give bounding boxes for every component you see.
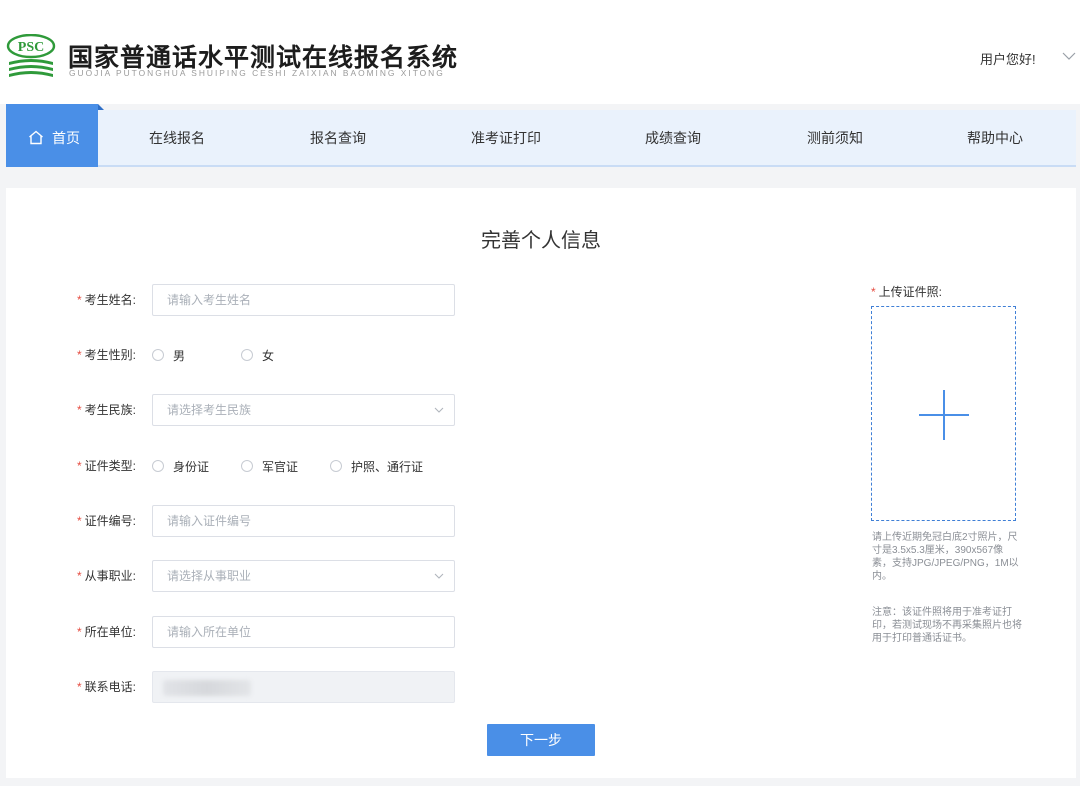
blurred-phone-value [163,680,251,696]
phone-label: * 联系电话: [76,680,136,694]
phone-input [152,671,455,703]
occupation-label: * 从事职业: [76,569,136,583]
ethnicity-label: * 考生民族: [76,403,136,417]
chevron-down-icon [434,407,444,413]
name-label: * 考生姓名: [76,293,136,307]
upload-note: 注意：该证件照将用于准考证打印，若测试现场不再采集照片也将用于打印普通话证书。 [872,607,1022,644]
occupation-placeholder: 请选择从事职业 [167,569,252,583]
chevron-down-icon [434,573,444,579]
nav-item-test-notice[interactable]: 测前须知 [807,128,863,148]
nav-item-score-query[interactable]: 成绩查询 [645,128,701,148]
chevron-down-icon[interactable] [1062,51,1076,61]
gender-label: * 考生性别: [76,348,136,362]
id-type-label: * 证件类型: [76,459,136,473]
nav-item-home[interactable]: 首页 [6,104,98,167]
form-row-phone: * 联系电话: [6,671,466,703]
upload-label: * 上传证件照: [871,285,943,299]
nav-item-admission-ticket[interactable]: 准考证打印 [471,128,541,148]
home-icon [29,130,43,145]
form-row-gender: * 考生性别: 男 女 [76,348,275,363]
psc-logo-icon: PSC [6,34,56,77]
radio-circle[interactable] [330,460,342,472]
occupation-select[interactable]: 请选择从事职业 [152,560,455,592]
radio-circle[interactable] [241,349,253,361]
radio-circle[interactable] [152,460,164,472]
page-header: PSC 国家普通话水平测试在线报名系统 GUOJIA PUTONGHUA SHU… [0,0,1080,104]
photo-upload-area[interactable] [871,306,1016,521]
id-number-label: * 证件编号: [76,514,136,528]
nav-item-registration-query[interactable]: 报名查询 [310,128,366,148]
ethnicity-select[interactable]: 请选择考生民族 [152,394,455,426]
nav-home-label: 首页 [52,130,80,146]
form-row-id-type: * 证件类型: 身份证 军官证 护照、通行证 [76,459,424,474]
form-row-occupation: * 从事职业: 请选择从事职业 [6,560,466,592]
main-nav: 首页 在线报名 报名查询 准考证打印 成绩查询 测前须知 帮助中心 [6,104,1076,167]
form-row-id-number: * 证件编号: 请输入证件编号 [6,505,466,537]
name-input[interactable]: 请输入考生姓名 [152,284,455,316]
radio-circle[interactable] [241,460,253,472]
site-subtitle: GUOJIA PUTONGHUA SHUIPING CESHI ZAIXIAN … [69,68,445,78]
nav-item-online-registration[interactable]: 在线报名 [149,128,205,148]
plus-icon [919,390,969,440]
nav-item-help-center[interactable]: 帮助中心 [967,128,1023,148]
id-number-input[interactable]: 请输入证件编号 [152,505,455,537]
page-title: 完善个人信息 [481,230,601,252]
upload-hint: 请上传近期免冠白底2寸照片，尺寸是3.5x5.3厘米，390x567像素，支持J… [872,532,1019,582]
form-row-ethnicity: * 考生民族: 请选择考生民族 [6,394,466,426]
next-step-button[interactable]: 下一步 [487,724,595,756]
form-row-employer: * 所在单位: 请输入所在单位 [6,616,466,648]
logo-text: PSC [18,40,44,55]
user-greeting[interactable]: 用户您好! [980,49,1036,68]
employer-input[interactable]: 请输入所在单位 [152,616,455,648]
radio-circle[interactable] [152,349,164,361]
form-row-name: * 考生姓名: 请输入考生姓名 [6,284,466,316]
ethnicity-placeholder: 请选择考生民族 [167,403,252,417]
main-card: 完善个人信息 * 考生姓名: 请输入考生姓名 * 考生性别: 男 女 * 考生民族: … [6,188,1076,778]
nav-fold-decoration [98,104,104,110]
employer-label: * 所在单位: [76,625,136,639]
